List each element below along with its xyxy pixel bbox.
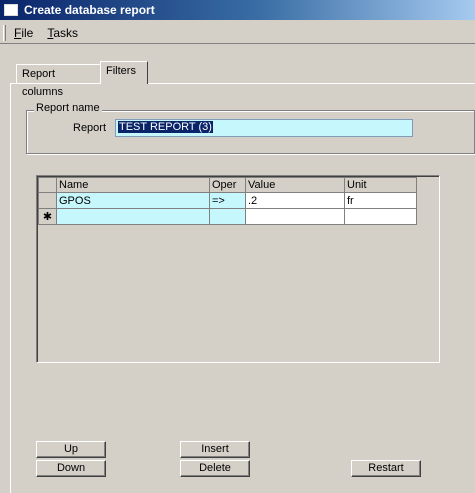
table-row: GPOS => .2 fr [38,192,417,209]
row-header[interactable] [38,192,57,209]
tab-report-columns[interactable]: Report columns [16,64,101,98]
title-bar: Create database report [0,0,475,20]
grid-header-row: Name Oper Value Unit [38,177,417,193]
column-header-name[interactable]: Name [56,177,210,193]
window-icon [4,4,18,16]
new-cell-value[interactable] [245,208,345,225]
window-title: Create database report [24,3,155,17]
menu-tasks[interactable]: Tasks [47,26,78,40]
menu-file-label: ile [21,25,34,40]
grid-corner-cell[interactable] [38,177,57,193]
down-button[interactable]: Down [36,460,106,477]
menu-tasks-label: asks [53,25,79,40]
delete-button[interactable]: Delete [180,460,250,477]
tab-filters-label: Filters [106,65,136,77]
new-cell-oper[interactable] [209,208,246,225]
report-field-label: Report [73,122,107,134]
cell-value[interactable]: .2 [245,192,345,209]
filters-table: Name Oper Value Unit GPOS => .2 fr ✱ [38,177,417,225]
report-name-group-label: Report name [34,102,102,114]
restart-button[interactable]: Restart [351,460,421,477]
insert-button[interactable]: Insert [180,441,250,458]
cell-unit[interactable]: fr [344,192,417,209]
report-name-value: TEST REPORT (3) [118,121,213,133]
menu-file[interactable]: File [14,26,33,40]
filters-grid[interactable]: Name Oper Value Unit GPOS => .2 fr ✱ [36,175,440,363]
cell-oper[interactable]: => [209,192,246,209]
new-row-marker-icon[interactable]: ✱ [38,208,57,225]
column-header-unit[interactable]: Unit [344,177,417,193]
cell-name[interactable]: GPOS [56,192,210,209]
up-button[interactable]: Up [36,441,106,458]
new-row: ✱ [38,208,417,225]
menu-bar: File Tasks [0,22,475,44]
report-name-input[interactable]: TEST REPORT (3) [115,119,413,137]
tab-filters[interactable]: Filters [100,61,148,84]
new-cell-unit[interactable] [344,208,417,225]
column-header-value[interactable]: Value [245,177,345,193]
menu-grip-handle [3,24,6,41]
new-cell-name[interactable] [56,208,210,225]
column-header-oper[interactable]: Oper [209,177,246,193]
